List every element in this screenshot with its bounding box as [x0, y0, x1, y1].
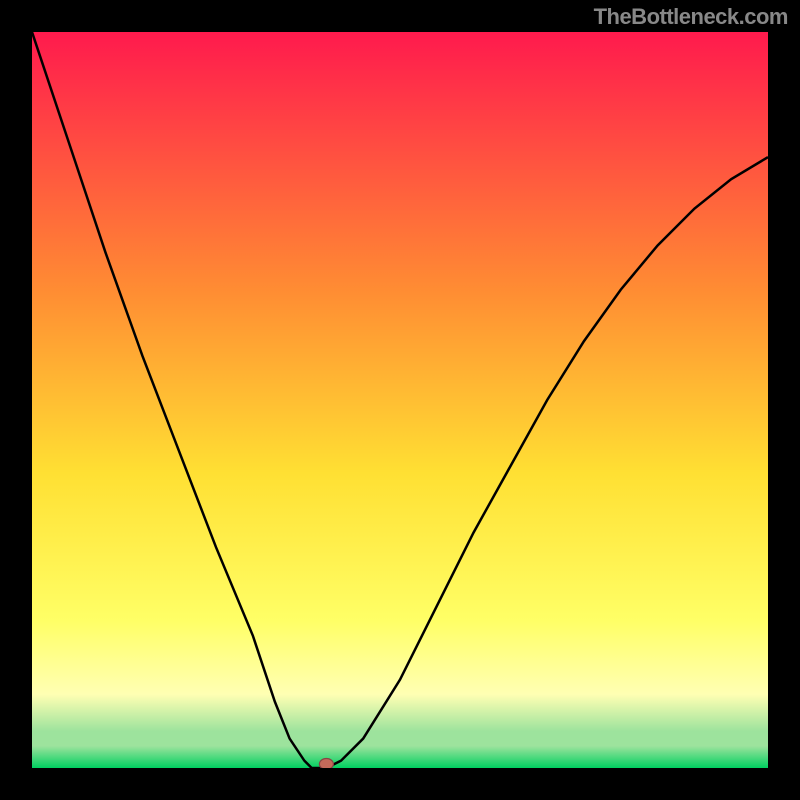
attribution-text: TheBottleneck.com — [594, 4, 788, 30]
chart-frame: TheBottleneck.com — [0, 0, 800, 800]
plot-area — [32, 32, 768, 768]
optimal-point-marker — [319, 759, 333, 769]
gradient-background — [32, 32, 768, 768]
plot-svg — [32, 32, 768, 768]
